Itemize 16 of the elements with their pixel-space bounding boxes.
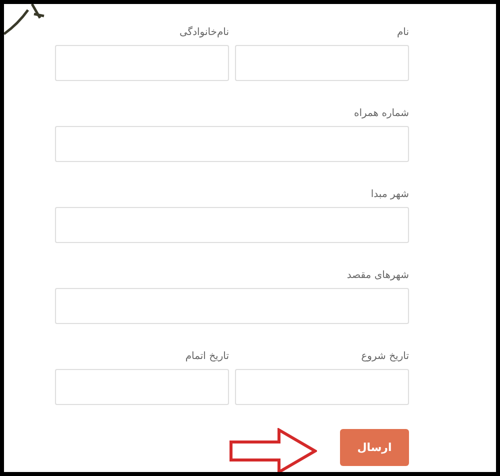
field-label: نام‌خانوادگی [179, 25, 229, 40]
input-field[interactable] [55, 45, 229, 81]
branch-drawing [4, 4, 46, 38]
input-field[interactable] [55, 207, 409, 243]
submit-button[interactable]: ارسال [340, 429, 409, 466]
field-label: تاریخ شروع [361, 350, 409, 364]
field-label: شماره همراه [354, 107, 409, 121]
input-field[interactable] [235, 369, 409, 405]
field-label: شهرهای مقصد [346, 269, 409, 283]
input-field[interactable] [55, 126, 409, 162]
input-field[interactable] [235, 45, 409, 81]
input-field[interactable] [55, 288, 409, 324]
input-field[interactable] [55, 369, 229, 405]
field-label: شهر مبدا [370, 188, 409, 202]
field-label: تاریخ اتمام [185, 350, 229, 364]
field-label: نام [396, 26, 409, 40]
